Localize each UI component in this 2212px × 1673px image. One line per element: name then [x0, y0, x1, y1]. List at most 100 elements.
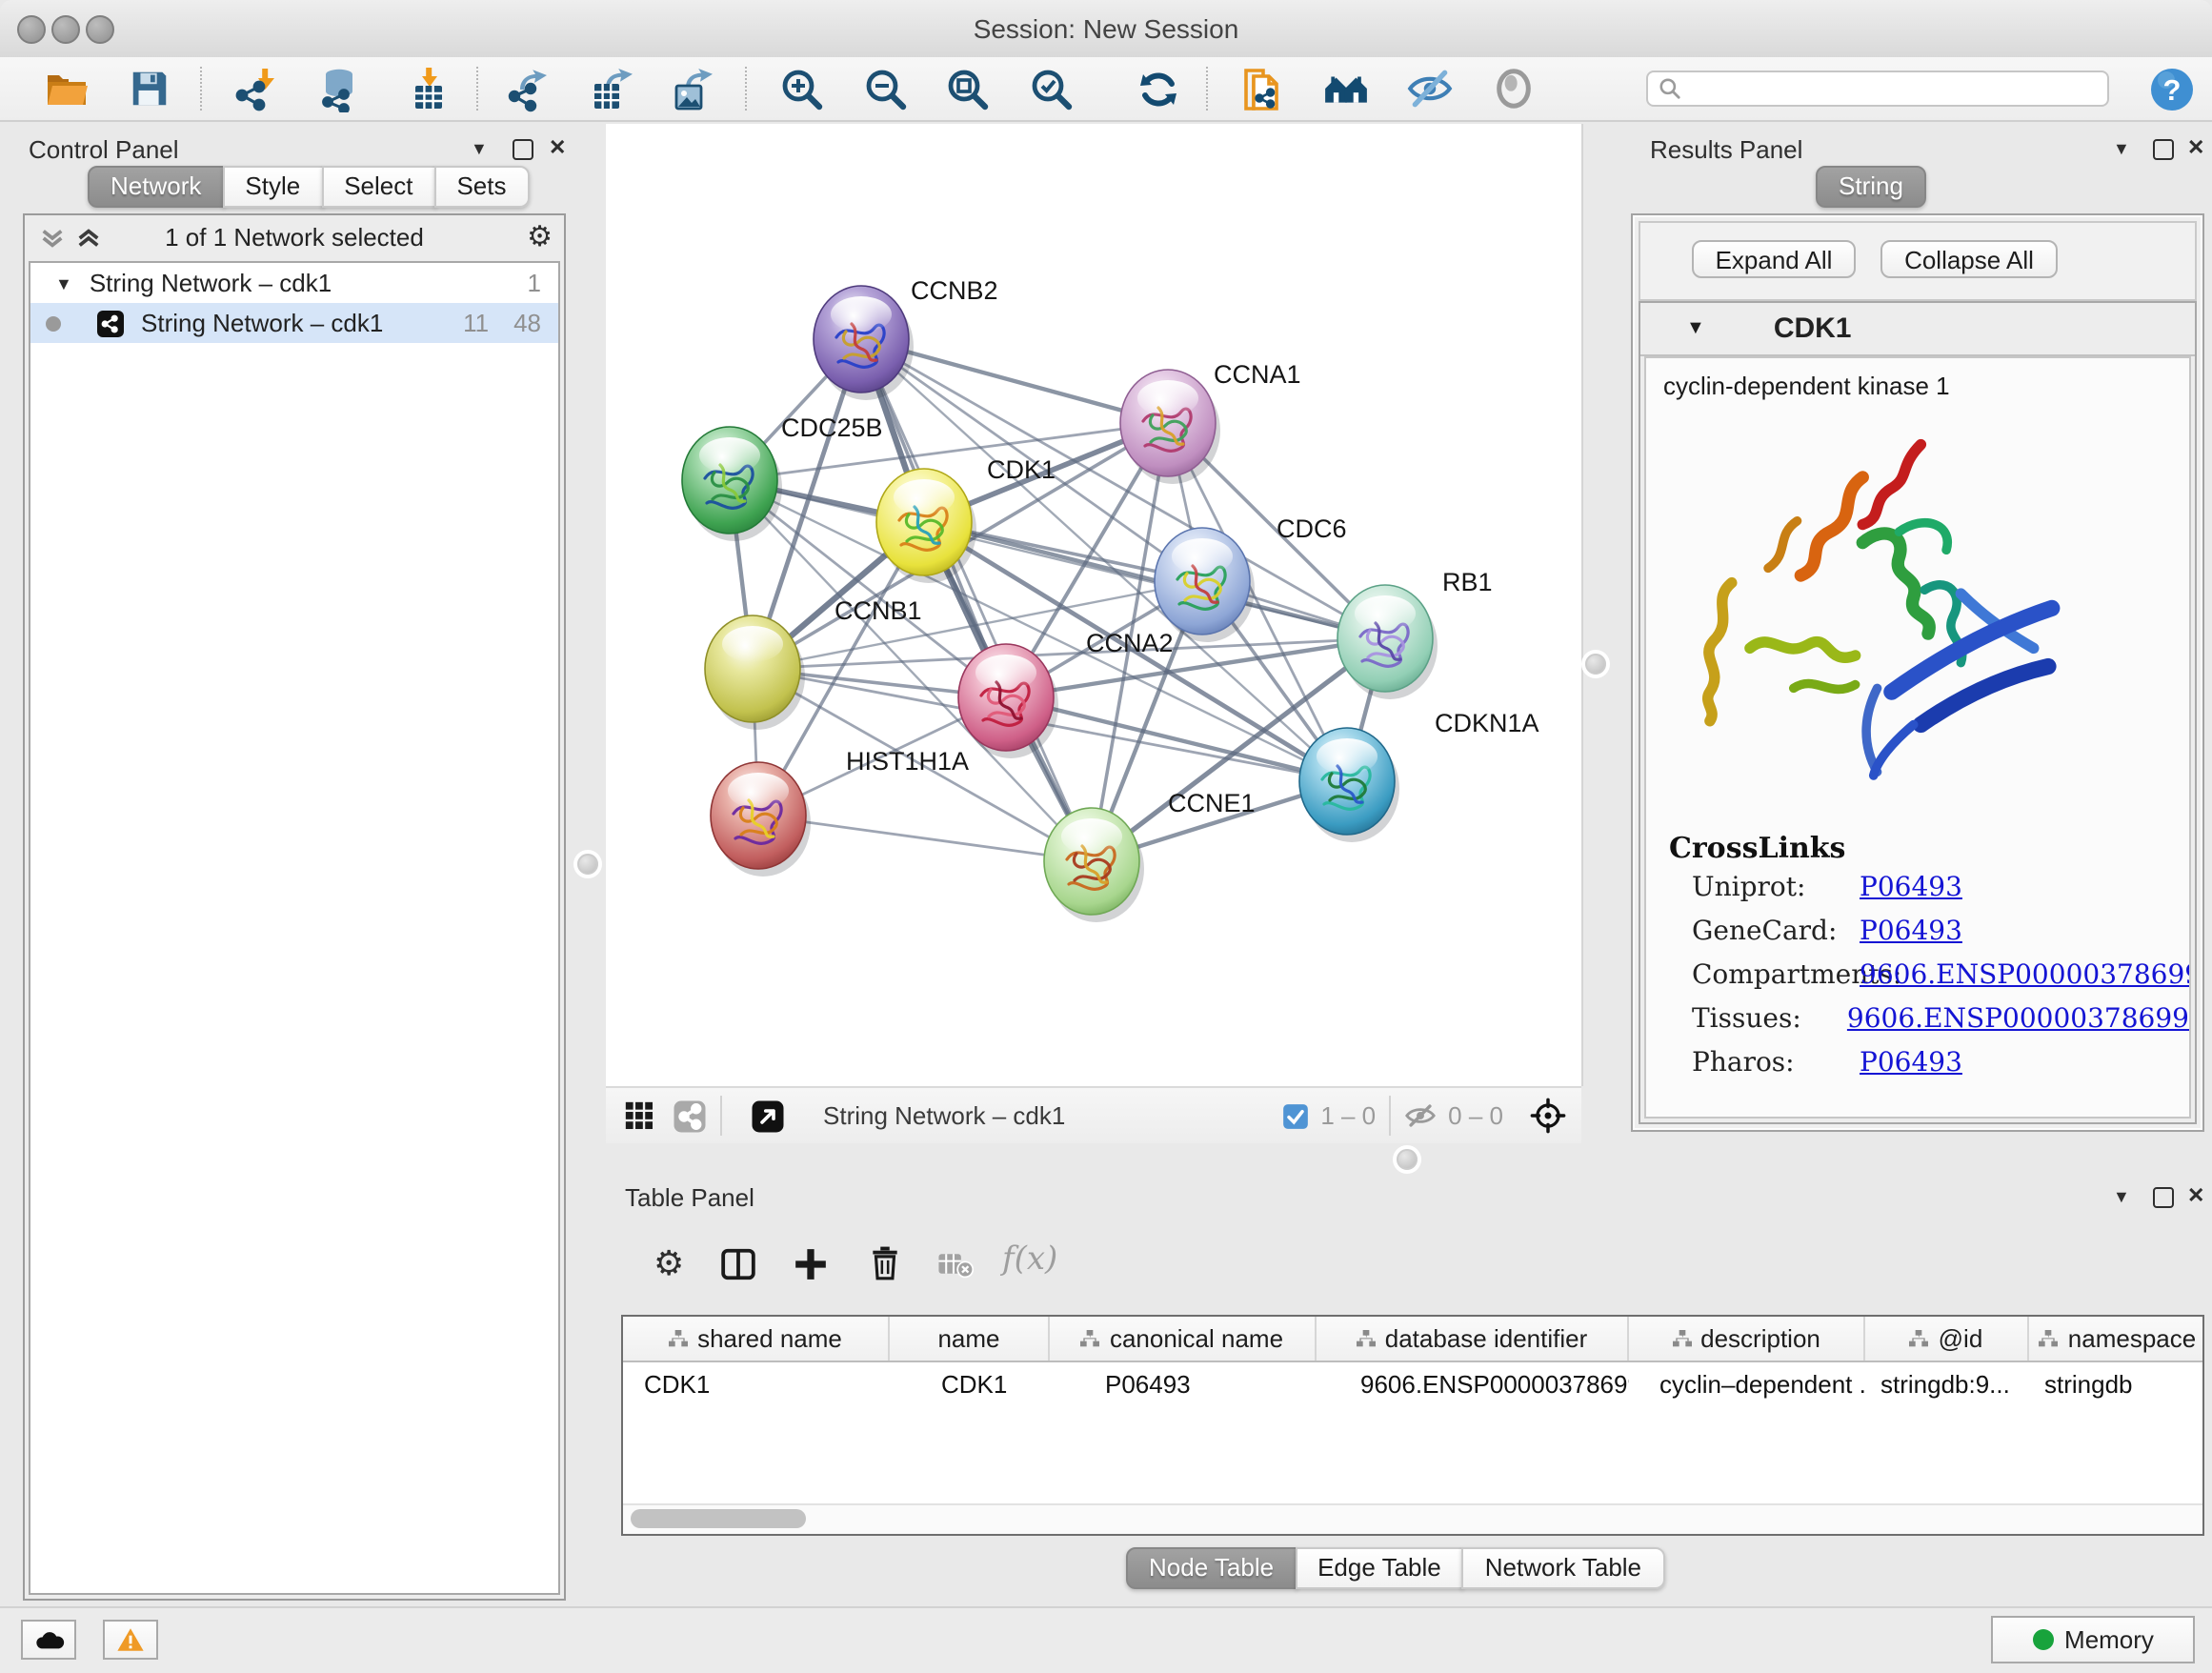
help-icon[interactable]: ?	[2147, 65, 2195, 112]
results-panel-menu-icon[interactable]: ▼	[2113, 139, 2130, 158]
results-actions-box: Expand All Collapse All	[1639, 221, 2197, 301]
tab-node-table[interactable]: Node Table	[1126, 1547, 1297, 1589]
warning-status-button[interactable]	[103, 1620, 158, 1660]
refresh-icon[interactable]	[1134, 65, 1181, 112]
window-title: Session: New Session	[0, 13, 2212, 44]
selected-checkbox-icon[interactable]	[1282, 1102, 1309, 1129]
network-canvas[interactable]: CCNB2CCNA1CDC25BCDK1CDC6RB1CCNB1CCNA2HIS…	[606, 124, 1583, 1086]
toolbar-separator	[745, 67, 747, 111]
zoom-fit-icon[interactable]	[943, 65, 991, 112]
network-name: String Network – cdk1	[141, 309, 383, 337]
search-input[interactable]	[1646, 71, 2109, 107]
table-horizontal-scrollbar[interactable]	[623, 1503, 2202, 1534]
table-panel-menu-icon[interactable]: ▼	[2113, 1187, 2130, 1206]
tab-edge-table[interactable]: Edge Table	[1295, 1547, 1464, 1589]
tab-network-table[interactable]: Network Table	[1462, 1547, 1664, 1589]
share-view-icon[interactable]	[673, 1099, 707, 1133]
column-header[interactable]: name	[890, 1317, 1050, 1361]
node-label: CDKN1A	[1435, 709, 1539, 737]
export-network-icon[interactable]	[505, 65, 553, 112]
crosslink-uniprot-link[interactable]: P06493	[1860, 873, 1962, 917]
tab-sets[interactable]: Sets	[433, 166, 529, 208]
toolbar-separator	[1206, 67, 1208, 111]
crosslink-genecard-link[interactable]: P06493	[1860, 917, 1962, 960]
tab-string[interactable]: String	[1816, 166, 1926, 208]
open-session-icon[interactable]	[42, 65, 90, 112]
horizontal-splitter-handle[interactable]	[1397, 1149, 1418, 1170]
section-title: CDK1	[1774, 312, 1852, 345]
cloud-status-button[interactable]	[21, 1620, 76, 1660]
grid-view-icon[interactable]	[623, 1099, 655, 1132]
function-builder-icon[interactable]: f(x)	[1002, 1240, 1057, 1279]
network-node[interactable]: CCNE1	[1044, 789, 1256, 922]
network-node[interactable]: RB1	[1337, 568, 1493, 699]
table-panel-close-icon[interactable]: ✕	[2187, 1183, 2204, 1208]
column-header[interactable]: description	[1629, 1317, 1865, 1361]
show-columns-icon[interactable]	[720, 1246, 756, 1282]
tab-select[interactable]: Select	[321, 166, 435, 208]
share-document-icon[interactable]	[1237, 65, 1284, 112]
home-pages-icon[interactable]	[1322, 65, 1370, 112]
status-bar: Memory	[0, 1606, 2212, 1673]
delete-column-icon[interactable]	[867, 1244, 903, 1282]
column-header[interactable]: canonical name	[1050, 1317, 1317, 1361]
column-header[interactable]: database identifier	[1317, 1317, 1629, 1361]
zoom-in-icon[interactable]	[777, 65, 825, 112]
results-panel-close-icon[interactable]: ✕	[2187, 135, 2204, 160]
section-disclosure-icon[interactable]: ▼	[1686, 318, 1705, 339]
memory-label: Memory	[2064, 1625, 2154, 1654]
disclosure-triangle-icon[interactable]: ▼	[55, 273, 72, 292]
open-in-window-icon[interactable]	[751, 1099, 785, 1133]
table-settings-gear-icon[interactable]: ⚙	[654, 1244, 684, 1284]
column-header[interactable]: @id	[1865, 1317, 2029, 1361]
network-node[interactable]: HIST1H1A	[711, 747, 969, 877]
export-table-icon[interactable]	[587, 65, 634, 112]
network-collection-row[interactable]: ▼ String Network – cdk1 1	[30, 263, 558, 303]
import-network-file-icon[interactable]	[232, 65, 280, 112]
results-tab-bar: String	[1816, 166, 1926, 208]
show-graphics-details-icon[interactable]	[1490, 65, 1538, 112]
control-panel: Control Panel ▼ ✕ Network Style Select S…	[10, 124, 570, 1601]
expand-all-button[interactable]: Expand All	[1692, 240, 1856, 278]
save-session-icon[interactable]	[126, 65, 173, 112]
node-label: CDC25B	[781, 413, 883, 442]
import-table-file-icon[interactable]	[404, 65, 452, 112]
network-node[interactable]: CCNB2	[814, 276, 998, 400]
crosslink-tissues-link[interactable]: 9606.ENSP00000378699	[1847, 1004, 2189, 1048]
control-panel-float-icon[interactable]	[513, 139, 533, 160]
column-header[interactable]: namespace	[2029, 1317, 2206, 1361]
tab-style[interactable]: Style	[222, 166, 323, 208]
column-header[interactable]: shared name	[623, 1317, 890, 1361]
control-panel-menu-icon[interactable]: ▼	[471, 139, 488, 158]
zoom-selected-icon[interactable]	[1027, 65, 1075, 112]
crosslinks-list: Uniprot: P06493 GeneCard: P06493 Compart…	[1646, 873, 2189, 1092]
results-panel-float-icon[interactable]	[2153, 139, 2174, 160]
cdk1-section-header[interactable]: ▼ CDK1	[1640, 303, 2195, 356]
crosslink-pharos-link[interactable]: P06493	[1860, 1048, 1962, 1092]
import-network-database-icon[interactable]	[314, 65, 362, 112]
network-status-dot	[46, 315, 61, 331]
network-row-selected[interactable]: String Network – cdk1 11 48	[30, 303, 558, 343]
export-image-icon[interactable]	[667, 65, 714, 112]
table-row[interactable]: CDK1 CDK1 P06493 9606.ENSP00000378699 cy…	[623, 1362, 2202, 1404]
network-options-gear-icon[interactable]: ⚙	[527, 219, 553, 253]
zoom-out-icon[interactable]	[861, 65, 909, 112]
memory-button[interactable]: Memory	[1991, 1616, 2195, 1663]
cloud-icon	[33, 1629, 64, 1650]
right-splitter-handle[interactable]	[1585, 654, 1606, 675]
network-node[interactable]: CDKN1A	[1299, 709, 1539, 842]
collapse-all-button[interactable]: Collapse All	[1880, 240, 2058, 278]
tab-network[interactable]: Network	[88, 166, 224, 208]
network-node[interactable]: CDK1	[876, 455, 1056, 583]
crosslink-compartments-link[interactable]: 9606.ENSP00000378699	[1860, 960, 2191, 1004]
collection-name: String Network – cdk1	[90, 269, 332, 297]
table-panel-float-icon[interactable]	[2153, 1187, 2174, 1208]
scrollbar-thumb[interactable]	[631, 1509, 806, 1528]
left-splitter-handle[interactable]	[577, 854, 598, 875]
hide-graphics-icon[interactable]	[1406, 65, 1454, 112]
crosslink-label: GeneCard:	[1692, 917, 1860, 960]
clear-table-icon[interactable]	[937, 1250, 974, 1280]
control-panel-close-icon[interactable]: ✕	[549, 135, 566, 160]
add-column-icon[interactable]	[793, 1246, 829, 1282]
birdseye-crosshair-icon[interactable]	[1530, 1098, 1566, 1134]
